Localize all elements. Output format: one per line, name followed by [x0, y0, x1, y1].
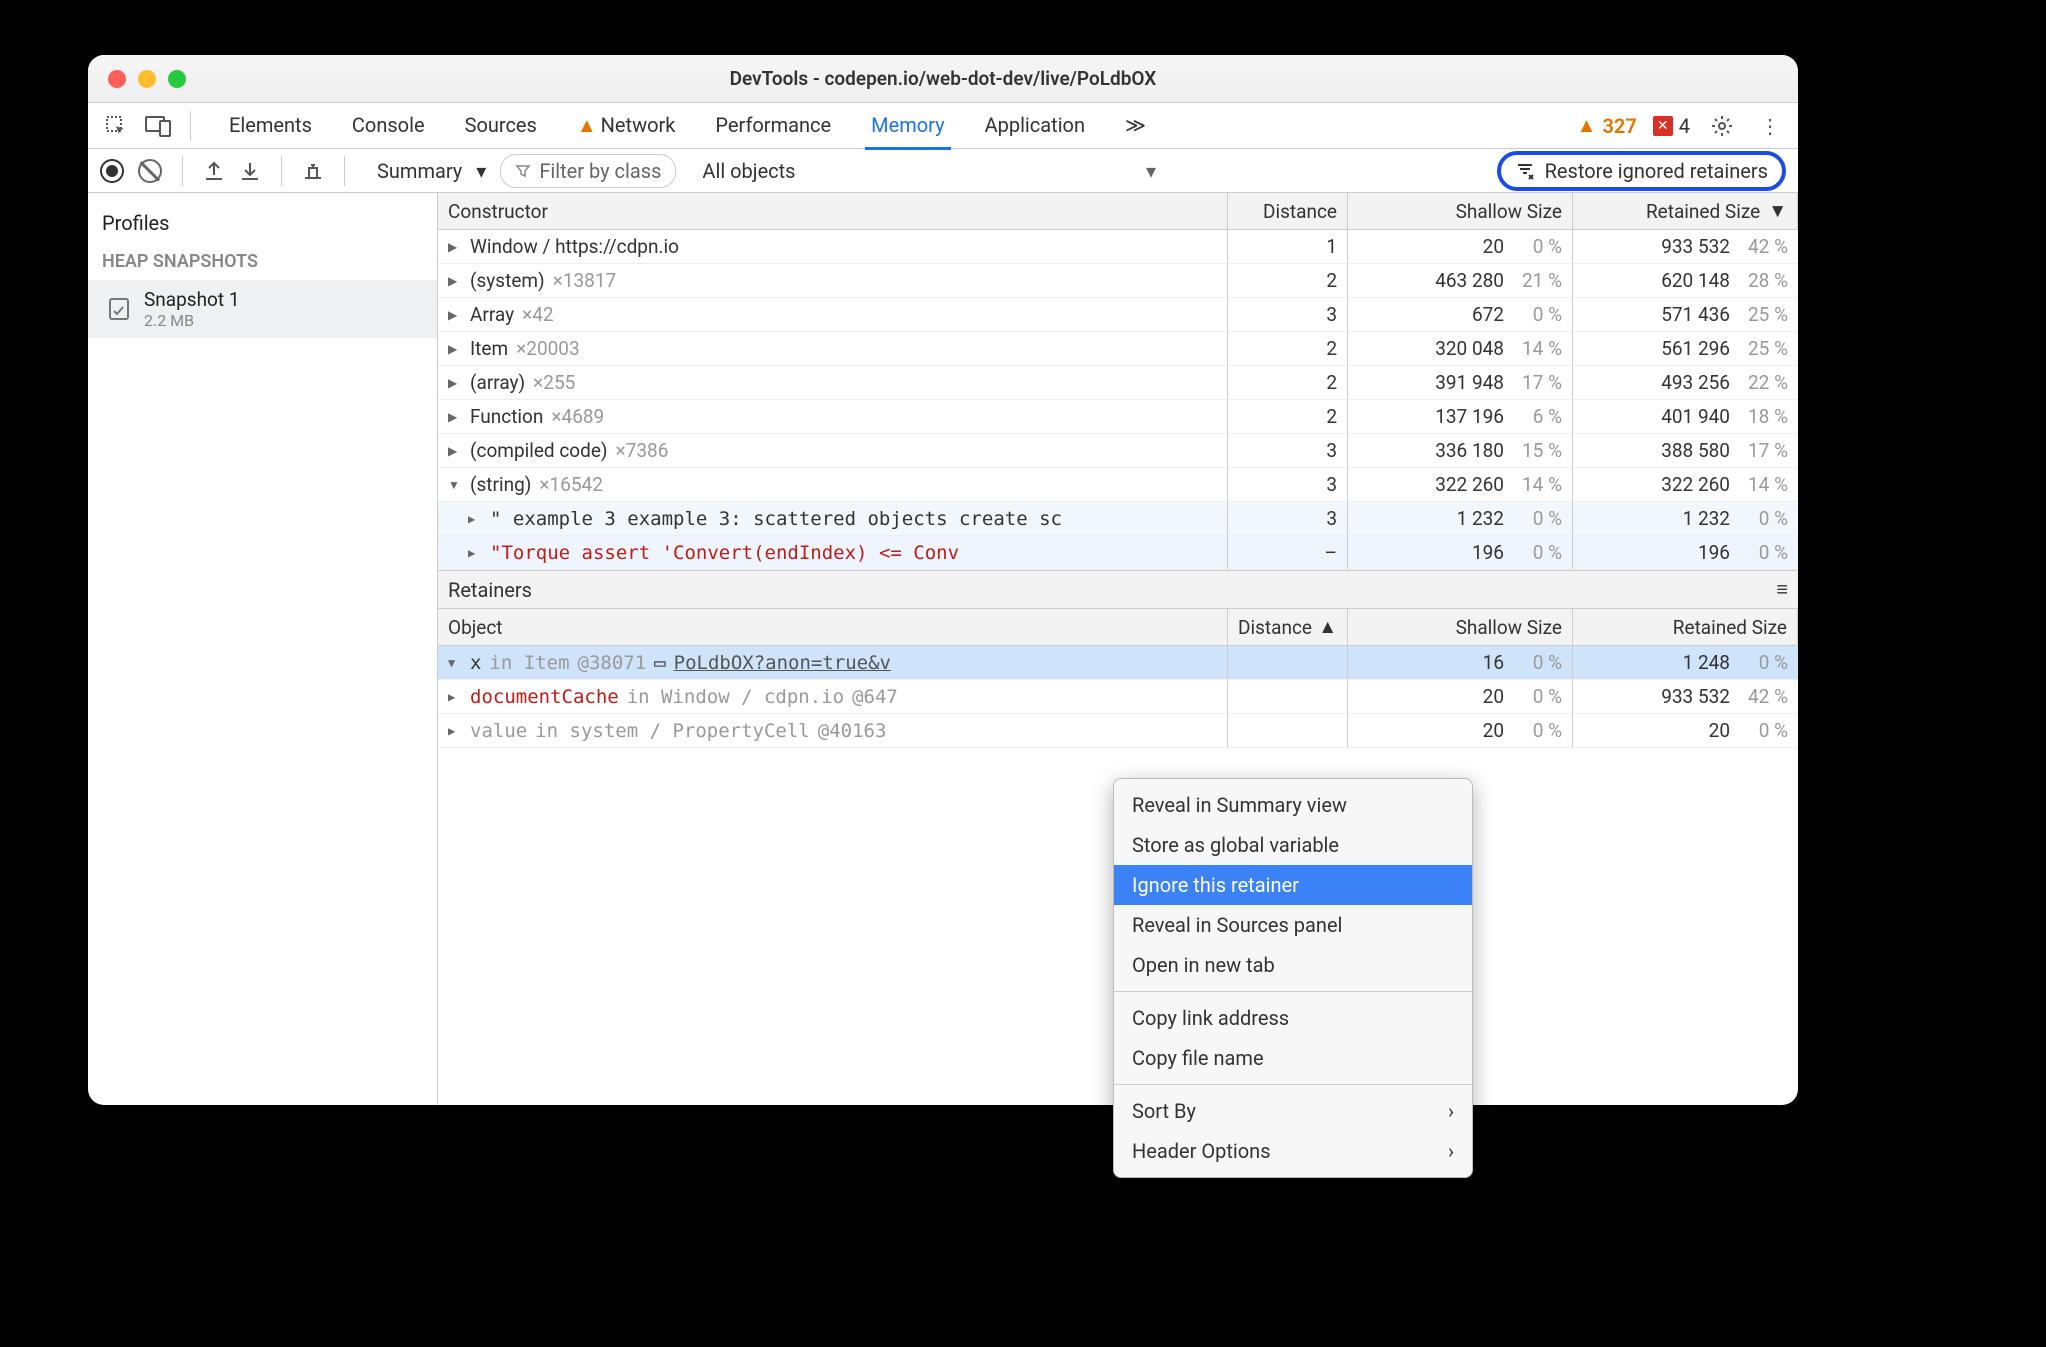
snapshot-size: 2.2 MB: [144, 311, 240, 330]
sort-asc-icon: ▲: [1318, 615, 1337, 639]
filter-clear-icon: [1515, 161, 1535, 181]
tab-network[interactable]: ▲Network: [575, 103, 678, 148]
snapshot-item[interactable]: Snapshot 1 2.2 MB: [88, 280, 437, 338]
close-window-button[interactable]: [108, 70, 126, 88]
context-menu-item[interactable]: Reveal in Sources panel: [1114, 905, 1472, 945]
context-menu-item[interactable]: Sort By›: [1114, 1091, 1472, 1131]
retainer-row[interactable]: ▶value in system / PropertyCell @40163 2…: [438, 714, 1798, 748]
export-icon[interactable]: [203, 160, 225, 182]
panel-tabs: Elements Console Sources ▲Network Perfor…: [227, 103, 1148, 148]
table-row[interactable]: ▶Array ×42 3 6720 % 571 43625 %: [438, 298, 1798, 332]
window-icon: ▭: [654, 652, 665, 674]
context-menu-item[interactable]: Open in new tab: [1114, 945, 1472, 985]
minimize-window-button[interactable]: [138, 70, 156, 88]
sort-desc-icon: ▼: [1768, 199, 1787, 223]
col-retained-size[interactable]: Retained Size▼: [1573, 193, 1798, 229]
table-header: Constructor Distance Shallow Size Retain…: [438, 193, 1798, 230]
tab-performance[interactable]: Performance: [713, 103, 833, 148]
table-row[interactable]: ▶" example 3 example 3: scattered object…: [438, 502, 1798, 536]
table-row[interactable]: ▶Window / https://cdpn.io 1 200 % 933 53…: [438, 230, 1798, 264]
table-row[interactable]: ▶Item ×20003 2 320 04814 % 561 29625 %: [438, 332, 1798, 366]
col-distance[interactable]: Distance▲: [1228, 609, 1348, 645]
context-menu-item[interactable]: Store as global variable: [1114, 825, 1472, 865]
warning-icon: ▲: [1577, 113, 1597, 138]
separator: [190, 111, 191, 141]
separator: [281, 156, 282, 186]
tab-console[interactable]: Console: [350, 103, 427, 148]
snapshot-name: Snapshot 1: [144, 288, 240, 311]
menu-icon[interactable]: ≡: [1776, 577, 1788, 602]
col-constructor[interactable]: Constructor: [438, 193, 1228, 229]
col-distance[interactable]: Distance: [1228, 193, 1348, 229]
gc-icon[interactable]: [302, 160, 324, 182]
memory-toolbar: Summary▾ Filter by class All objects ▾ R…: [88, 149, 1798, 193]
context-menu-item[interactable]: Copy link address: [1114, 998, 1472, 1038]
view-dropdown[interactable]: Summary▾: [377, 159, 486, 183]
titlebar: DevTools - codepen.io/web-dot-dev/live/P…: [88, 55, 1798, 103]
col-retained-size[interactable]: Retained Size: [1573, 609, 1798, 645]
record-button[interactable]: [100, 159, 124, 183]
retainers-header: Retainers ≡: [438, 570, 1798, 609]
retainers-table-header: Object Distance▲ Shallow Size Retained S…: [438, 609, 1798, 646]
heap-snapshots-category: HEAP SNAPSHOTS: [88, 243, 437, 280]
context-menu: Reveal in Summary viewStore as global va…: [1113, 778, 1473, 1178]
separator: [182, 156, 183, 186]
context-menu-item[interactable]: Header Options›: [1114, 1131, 1472, 1171]
retainer-row[interactable]: ▼x in Item @38071 ▭ PoLdbOX?anon=true&v …: [438, 646, 1798, 680]
context-menu-item[interactable]: Copy file name: [1114, 1038, 1472, 1078]
error-icon: ✕: [1653, 116, 1673, 136]
warning-count[interactable]: ▲327: [1577, 113, 1637, 138]
col-shallow-size[interactable]: Shallow Size: [1348, 193, 1573, 229]
table-row[interactable]: ▶(system) ×13817 2 463 28021 % 620 14828…: [438, 264, 1798, 298]
inspect-icon[interactable]: [100, 110, 132, 142]
snapshot-icon: [106, 296, 132, 322]
profiles-sidebar: Profiles HEAP SNAPSHOTS Snapshot 1 2.2 M…: [88, 193, 438, 1105]
table-row[interactable]: ▼(string) ×16542 3 322 26014 % 322 26014…: [438, 468, 1798, 502]
col-object[interactable]: Object: [438, 609, 1228, 645]
col-shallow-size[interactable]: Shallow Size: [1348, 609, 1573, 645]
zoom-window-button[interactable]: [168, 70, 186, 88]
import-icon[interactable]: [239, 160, 261, 182]
error-count[interactable]: ✕4: [1653, 114, 1690, 138]
context-menu-item[interactable]: Reveal in Summary view: [1114, 785, 1472, 825]
separator: [344, 156, 345, 186]
tab-memory[interactable]: Memory: [869, 103, 946, 148]
retainer-row[interactable]: ▶documentCache in Window / cdpn.io @647 …: [438, 680, 1798, 714]
table-row[interactable]: ▶Function ×4689 2 137 1966 % 401 94018 %: [438, 400, 1798, 434]
warning-icon: ▲: [577, 113, 597, 137]
objects-dropdown[interactable]: All objects: [702, 159, 795, 183]
table-row[interactable]: ▶(compiled code) ×7386 3 336 18015 % 388…: [438, 434, 1798, 468]
tab-application[interactable]: Application: [983, 103, 1087, 148]
tab-elements[interactable]: Elements: [227, 103, 314, 148]
restore-ignored-retainers-button[interactable]: Restore ignored retainers: [1497, 151, 1786, 191]
chevron-right-icon: ›: [1448, 1139, 1454, 1163]
window-title: DevTools - codepen.io/web-dot-dev/live/P…: [88, 67, 1798, 90]
chevron-down-icon: ▾: [476, 159, 486, 183]
toolbar-right: ▲327 ✕4 ⋮: [1577, 110, 1786, 142]
table-row[interactable]: ▶"Torque assert 'Convert(endIndex) <= Co…: [438, 536, 1798, 570]
chevron-down-icon: ▾: [1146, 159, 1156, 183]
profiles-heading: Profiles: [88, 203, 437, 243]
context-menu-item[interactable]: Ignore this retainer: [1114, 865, 1472, 905]
class-filter-input[interactable]: Filter by class: [500, 154, 676, 188]
panel-tabbar: Elements Console Sources ▲Network Perfor…: [88, 103, 1798, 149]
chevron-right-icon: ›: [1448, 1099, 1454, 1123]
window-controls: [108, 70, 186, 88]
filter-icon: [515, 163, 531, 179]
settings-icon[interactable]: [1706, 110, 1738, 142]
devtools-window: DevTools - codepen.io/web-dot-dev/live/P…: [88, 55, 1798, 1105]
clear-button[interactable]: [138, 159, 162, 183]
table-row[interactable]: ▶(array) ×255 2 391 94817 % 493 25622 %: [438, 366, 1798, 400]
device-mode-icon[interactable]: [142, 110, 174, 142]
more-tabs-button[interactable]: ≫: [1123, 103, 1148, 148]
more-menu-icon[interactable]: ⋮: [1754, 110, 1786, 142]
tab-sources[interactable]: Sources: [463, 103, 539, 148]
